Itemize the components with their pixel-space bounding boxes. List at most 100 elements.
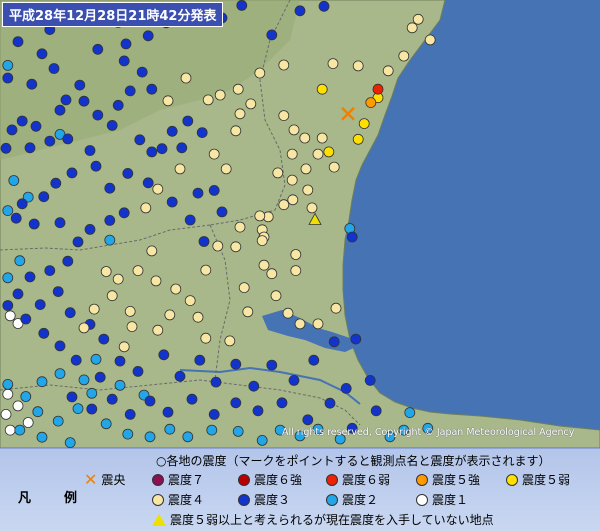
station-marker-int4[interactable] — [200, 264, 212, 276]
station-marker-int4[interactable] — [330, 302, 342, 314]
station-marker-int4[interactable] — [382, 65, 394, 77]
station-marker-int3[interactable] — [10, 212, 22, 224]
station-marker-int3[interactable] — [266, 29, 278, 41]
station-marker-int4[interactable] — [290, 249, 302, 260]
station-marker-int3[interactable] — [118, 207, 130, 219]
station-marker-int2[interactable] — [182, 431, 194, 443]
station-marker-int3[interactable] — [66, 167, 78, 179]
station-marker-int3[interactable] — [62, 255, 74, 267]
station-marker-int3[interactable] — [266, 359, 278, 371]
station-marker-int3[interactable] — [324, 397, 336, 409]
station-marker-int3[interactable] — [54, 217, 66, 229]
station-marker-int3[interactable] — [70, 354, 82, 366]
station-marker-int2[interactable] — [52, 415, 64, 427]
station-marker-int3[interactable] — [208, 184, 220, 196]
station-marker-int3[interactable] — [184, 214, 196, 226]
station-marker-int2[interactable] — [78, 374, 90, 386]
station-marker-int4[interactable] — [126, 321, 138, 333]
station-marker-int1[interactable] — [0, 408, 12, 420]
station-marker-int1[interactable] — [12, 400, 24, 412]
station-marker-int4[interactable] — [302, 184, 314, 196]
station-marker-int3[interactable] — [182, 115, 194, 127]
station-marker-int4[interactable] — [299, 132, 311, 144]
station-marker-int3[interactable] — [38, 191, 50, 203]
station-marker-int4[interactable] — [200, 332, 212, 344]
station-marker-int4[interactable] — [132, 265, 144, 277]
station-marker-int3[interactable] — [252, 405, 264, 417]
station-marker-int3[interactable] — [124, 85, 136, 97]
station-marker-int3[interactable] — [2, 300, 14, 311]
station-marker-int1[interactable] — [22, 417, 34, 428]
station-marker-int2[interactable] — [2, 272, 14, 284]
station-marker-int2[interactable] — [86, 387, 98, 399]
station-marker-int3[interactable] — [144, 395, 156, 407]
station-marker-int3[interactable] — [98, 333, 110, 345]
station-marker-int3[interactable] — [112, 99, 124, 111]
station-marker-int2[interactable] — [36, 431, 48, 443]
station-marker-int3[interactable] — [118, 55, 130, 67]
station-marker-int3[interactable] — [36, 48, 48, 60]
station-marker-int4[interactable] — [146, 245, 158, 257]
station-marker-int3[interactable] — [166, 125, 178, 137]
station-marker-int3[interactable] — [186, 393, 198, 405]
station-marker-int3[interactable] — [308, 354, 320, 366]
station-marker-int4[interactable] — [287, 194, 299, 206]
station-marker-int4[interactable] — [106, 290, 118, 302]
station-marker-int3[interactable] — [162, 406, 174, 418]
station-marker-int3[interactable] — [90, 160, 102, 172]
station-marker-int3[interactable] — [248, 380, 260, 392]
station-marker-int3[interactable] — [104, 182, 116, 194]
station-marker-int1[interactable] — [4, 424, 16, 436]
station-marker-int2[interactable] — [100, 418, 112, 430]
station-marker-int4[interactable] — [278, 110, 290, 121]
station-marker-int3[interactable] — [192, 187, 204, 199]
station-marker-int3[interactable] — [106, 120, 118, 131]
station-marker-int3[interactable] — [84, 223, 96, 235]
station-marker-int3[interactable] — [230, 397, 242, 409]
station-marker-int3[interactable] — [92, 43, 104, 55]
station-marker-int3[interactable] — [230, 358, 242, 370]
station-marker-int3[interactable] — [44, 265, 56, 277]
station-marker-int3[interactable] — [166, 196, 178, 208]
station-marker-int4[interactable] — [100, 266, 112, 277]
station-marker-int3[interactable] — [72, 236, 84, 248]
station-marker-int1[interactable] — [2, 388, 14, 400]
station-marker-int4[interactable] — [352, 60, 364, 72]
station-marker-int4[interactable] — [270, 290, 282, 302]
station-marker-int4[interactable] — [256, 235, 268, 247]
station-marker-int1[interactable] — [4, 310, 16, 322]
station-marker-int3[interactable] — [2, 72, 14, 84]
station-marker-int4[interactable] — [152, 324, 164, 336]
station-marker-int2[interactable] — [256, 434, 268, 446]
station-marker-int3[interactable] — [294, 5, 306, 17]
station-marker-int2[interactable] — [14, 255, 26, 267]
station-marker-int4[interactable] — [242, 306, 254, 318]
station-marker-int4[interactable] — [192, 311, 204, 323]
station-marker-int4[interactable] — [294, 318, 306, 330]
station-marker-int3[interactable] — [288, 374, 300, 386]
station-marker-int4[interactable] — [278, 199, 290, 211]
station-marker-int4[interactable] — [327, 58, 339, 69]
station-marker-int4[interactable] — [224, 335, 236, 347]
station-marker-int3[interactable] — [276, 397, 288, 409]
station-marker-int3[interactable] — [0, 142, 12, 154]
station-marker-int3[interactable] — [84, 145, 96, 156]
station-marker-int3[interactable] — [78, 95, 90, 107]
station-marker-int3[interactable] — [120, 38, 132, 50]
station-marker-int3[interactable] — [16, 115, 28, 127]
station-marker-int4[interactable] — [412, 13, 424, 25]
station-marker-int4[interactable] — [406, 22, 418, 34]
station-marker-int4[interactable] — [290, 265, 302, 277]
station-marker-int4[interactable] — [164, 309, 176, 321]
station-marker-int3[interactable] — [156, 143, 168, 155]
station-marker-int4[interactable] — [312, 318, 324, 330]
station-marker-int2[interactable] — [2, 205, 14, 217]
station-marker-int3[interactable] — [50, 177, 62, 189]
station-marker-int3[interactable] — [350, 333, 362, 345]
station-marker-int4[interactable] — [328, 161, 340, 173]
station-marker-int3[interactable] — [26, 78, 38, 90]
station-marker-int4[interactable] — [234, 221, 246, 233]
station-marker-int2[interactable] — [232, 425, 244, 437]
station-marker-int2[interactable] — [104, 234, 116, 246]
station-marker-int4[interactable] — [424, 34, 436, 46]
